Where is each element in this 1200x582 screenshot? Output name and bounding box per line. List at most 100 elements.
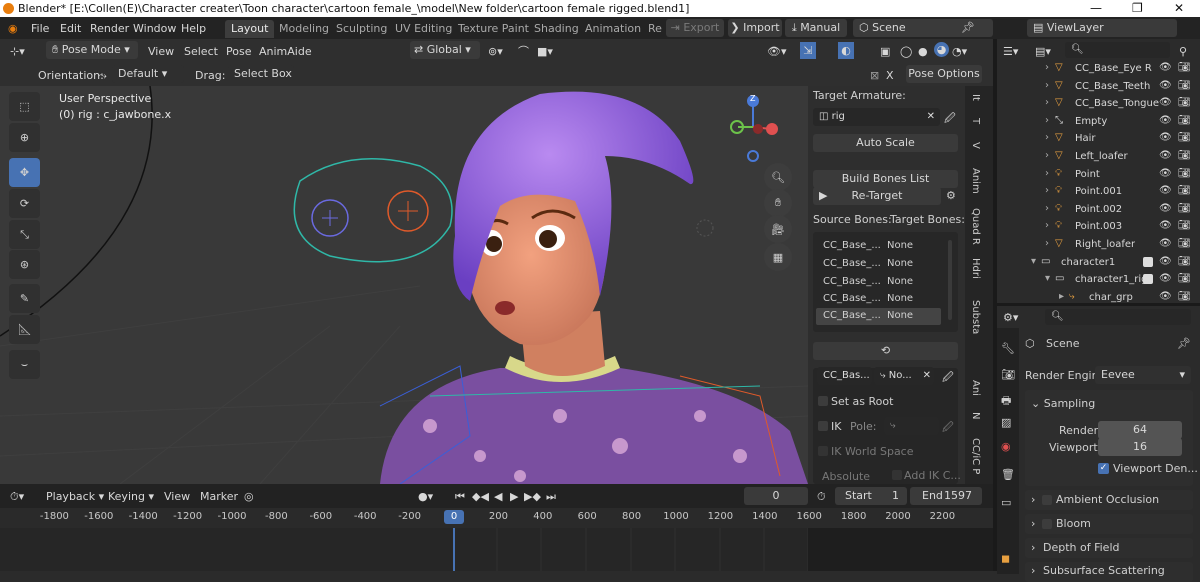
blender-menu-icon[interactable]: ◉ <box>8 20 18 37</box>
visibility-eye-icon[interactable]: 👁︎ <box>1159 203 1172 214</box>
outliner-row[interactable]: › ▽ CC_Base_Tongue 👁︎ 📷︎ <box>997 95 1200 113</box>
wireframe-shading-icon[interactable]: ◯ <box>900 43 912 60</box>
menu-marker[interactable]: Marker <box>200 488 238 505</box>
render-camera-icon[interactable]: 📷︎ <box>1178 273 1191 284</box>
solid-shading-icon[interactable]: ● <box>918 43 928 60</box>
ambient-occlusion-checkbox[interactable] <box>1042 495 1052 505</box>
menu-edit[interactable]: Edit <box>60 20 81 37</box>
record-icon[interactable]: ●▾ <box>418 488 433 505</box>
list-item-selected[interactable]: CC_Base_... None <box>816 308 941 325</box>
render-camera-icon[interactable]: 📷︎ <box>1178 115 1191 126</box>
outliner-row[interactable]: ▾ ▭ character1 👁︎ 📷︎ <box>997 254 1200 272</box>
rotate-tool[interactable]: ⟳ <box>9 189 40 218</box>
expand-toggle-icon[interactable]: › <box>1045 115 1049 126</box>
menu-render[interactable]: Render <box>90 20 129 37</box>
expand-toggle-icon[interactable]: › <box>1045 220 1049 231</box>
display-mode-icon[interactable]: ▤▾ <box>1035 43 1051 60</box>
settings-icon[interactable]: ⚙ <box>946 189 956 202</box>
menu-playback[interactable]: Playback ▾ <box>46 488 104 505</box>
expand-toggle-icon[interactable]: › <box>1045 132 1049 143</box>
tab-tool[interactable]: T <box>970 118 981 124</box>
tab-substance[interactable]: Substa <box>970 300 981 334</box>
jump-end-icon[interactable]: ⏭ <box>546 488 556 505</box>
color-swatch-icon[interactable]: ■▾ <box>537 43 553 60</box>
list-item[interactable]: CC_Base_... None <box>813 291 958 308</box>
tab-hdri[interactable]: Hdri <box>970 258 981 279</box>
outliner-row[interactable]: › 💡︎ Point.001 👁︎ 📷︎ <box>997 183 1200 201</box>
add-ik-checkbox[interactable] <box>892 470 902 480</box>
tab-anim[interactable]: Anim <box>970 168 981 194</box>
visibility-eye-icon[interactable]: 👁︎ <box>1159 256 1172 267</box>
outliner-row[interactable]: › ▽ Hair 👁︎ 📷︎ <box>997 130 1200 148</box>
menu-pose[interactable]: Pose <box>226 43 251 60</box>
render-camera-icon[interactable]: 📷︎ <box>1178 132 1191 143</box>
outliner-row[interactable]: ▸ ⤷ char_grp 👁︎ 📷︎ <box>997 289 1200 303</box>
jump-start-icon[interactable]: ⏮ <box>455 488 465 505</box>
view-layer-selector[interactable]: ▤ ViewLayer <box>1027 19 1177 37</box>
clock-icon[interactable]: ⏱▾ <box>10 488 24 505</box>
properties-search[interactable]: 🔍︎ <box>1045 309 1191 325</box>
material-shading-icon[interactable]: ◕ <box>934 42 949 57</box>
play-reverse-icon[interactable]: ◀ <box>494 488 502 505</box>
tab-view[interactable]: V <box>970 142 981 149</box>
visibility-eye-icon[interactable]: 👁︎ <box>1159 132 1172 143</box>
render-camera-icon[interactable]: 📷︎ <box>1178 97 1191 108</box>
cursor-tool[interactable]: ⊕ <box>9 123 40 152</box>
target-armature-field[interactable]: ◫ rig ✕ <box>813 108 940 126</box>
render-camera-icon[interactable]: 📷︎ <box>1178 238 1191 249</box>
expand-toggle-icon[interactable]: ▸ <box>1059 291 1064 302</box>
orientation-dropdown[interactable]: Default ▾ <box>112 65 184 83</box>
export-button[interactable]: ⇥ Export <box>666 19 724 37</box>
tab-uv-editing[interactable]: UV Editing <box>389 20 458 38</box>
set-as-root-checkbox[interactable] <box>818 396 828 406</box>
overlay-toggle-icon[interactable]: ◐ <box>838 42 854 59</box>
preview-range-icon[interactable]: ⏱ <box>817 488 826 505</box>
clear-icon[interactable]: ✕ <box>923 367 931 385</box>
expand-toggle-icon[interactable]: › <box>1045 150 1049 161</box>
outliner-search[interactable]: 🔍︎ <box>1065 42 1170 58</box>
ik-checkbox[interactable] <box>818 421 828 431</box>
expand-toggle-icon[interactable]: › <box>1045 185 1049 196</box>
bones-list[interactable]: CC_Base_... None CC_Base_... None CC_Base_… <box>813 232 958 332</box>
timeline-ruler[interactable]: -1800 -1600 -1400 -1200 -1000 -800 -600 -400 -20… <box>0 508 993 528</box>
expand-toggle-icon[interactable]: › <box>1045 238 1049 249</box>
ambient-occlusion-panel[interactable]: › Ambient Occlusion <box>1025 490 1193 510</box>
tab-more[interactable]: Re <box>642 20 668 38</box>
tab-layout[interactable]: Layout <box>225 20 275 38</box>
visibility-eye-icon[interactable]: 👁︎ <box>1159 97 1172 108</box>
depth-of-field-panel[interactable]: › Depth of Field <box>1025 538 1193 558</box>
scene-tab-icon[interactable]: ◉ <box>1001 440 1011 453</box>
scale-tool[interactable]: ⤡ <box>9 220 40 249</box>
visibility-eye-icon[interactable]: 👁︎ <box>1159 185 1172 196</box>
target-bone-field[interactable]: ⤷ No... ✕ <box>874 367 934 385</box>
scene-selector[interactable]: ⬡ Scene 📌︎ <box>853 19 993 37</box>
outliner-row[interactable]: › ⤡ Empty 👁︎ 📷︎ <box>997 113 1200 131</box>
visibility-eye-icon[interactable]: 👁︎ <box>1159 291 1172 302</box>
tab-sculpting[interactable]: Sculpting <box>330 20 393 38</box>
menu-select[interactable]: Select <box>184 43 218 60</box>
menu-view[interactable]: View <box>164 488 190 505</box>
tab-animation[interactable]: Animation <box>579 20 647 38</box>
render-camera-icon[interactable]: 📷︎ <box>1178 150 1191 161</box>
collection-tab-icon[interactable]: ▭ <box>1001 496 1011 509</box>
list-item[interactable]: CC_Base_... None <box>813 256 958 273</box>
visibility-eye-icon[interactable]: 👁︎ <box>1159 273 1172 284</box>
pivot-icon[interactable]: ⊚▾ <box>488 43 503 60</box>
outliner-row[interactable]: ▾ ▭ character1_rig 👁︎ 📷︎ <box>997 271 1200 289</box>
outliner-row[interactable]: › 💡︎ Point 👁︎ 📷︎ <box>997 166 1200 184</box>
pose-options-button[interactable]: Pose Options <box>906 65 982 83</box>
visibility-eye-icon[interactable]: 👁︎ <box>1159 80 1172 91</box>
auto-key-icon[interactable]: ◎ <box>244 488 254 505</box>
auto-scale-button[interactable]: Auto Scale <box>813 134 958 152</box>
menu-window[interactable]: Window <box>133 20 176 37</box>
transform-orientation[interactable]: ⇄ Global ▾ <box>410 41 480 59</box>
menu-help[interactable]: Help <box>181 20 206 37</box>
visibility-eye-icon[interactable]: 👁︎ <box>1159 150 1172 161</box>
3d-viewport[interactable]: User Perspective (0) rig : c_jawbone.x ⬚… <box>0 86 808 484</box>
visibility-eye-icon[interactable]: 👁︎ <box>1159 62 1172 73</box>
manual-button[interactable]: ⤓ Manual <box>785 19 847 37</box>
playhead[interactable]: 0 <box>444 510 464 524</box>
expand-toggle-icon[interactable]: › <box>1045 97 1049 108</box>
eyedropper-icon[interactable]: 🖉︎ <box>942 419 954 438</box>
render-camera-icon[interactable]: 📷︎ <box>1178 80 1191 91</box>
